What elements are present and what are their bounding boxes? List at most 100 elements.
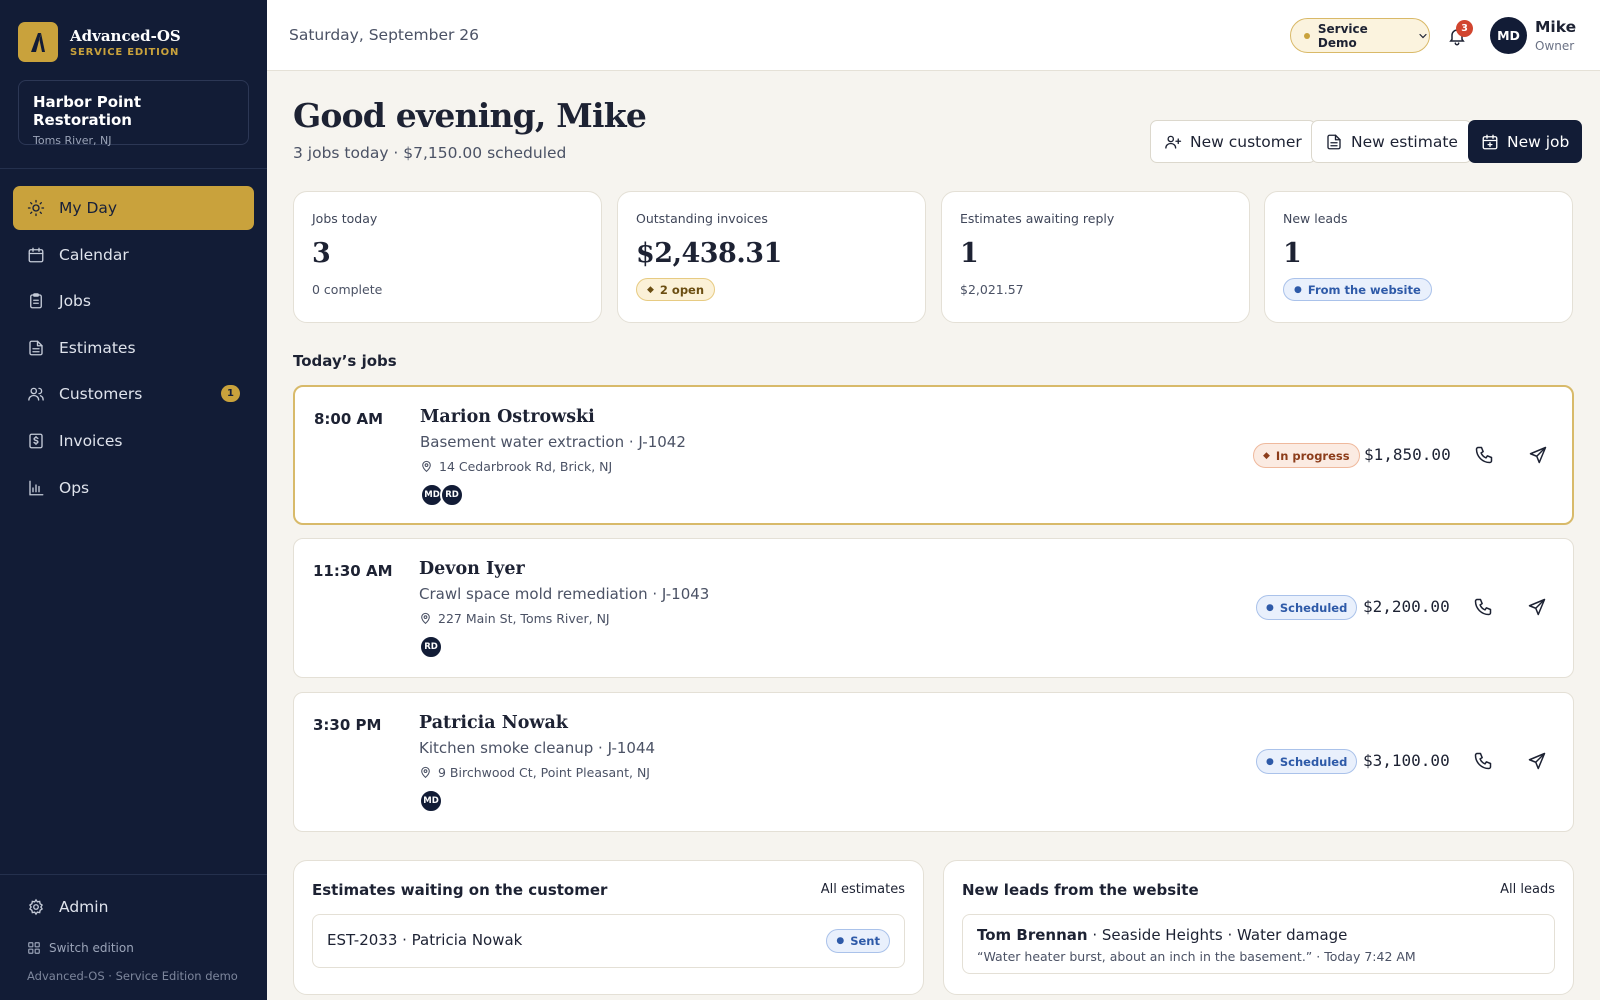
phone-icon[interactable] xyxy=(1473,751,1493,775)
nav-label: Calendar xyxy=(59,245,129,264)
list-item[interactable]: Tom Brennan · Seaside Heights · Water da… xyxy=(962,914,1555,974)
job-amount: $2,200.00 xyxy=(1363,597,1450,616)
nav-label: My Day xyxy=(59,199,118,217)
document-icon xyxy=(1325,133,1343,151)
org-location: Toms River, NJ xyxy=(33,134,112,147)
add-user-icon xyxy=(1164,133,1182,151)
avatar: MD xyxy=(419,789,443,813)
sidebar-divider xyxy=(0,874,267,875)
stat-label: Jobs today xyxy=(312,211,378,226)
nav-item-customers[interactable]: Customers 1 xyxy=(13,372,254,416)
navigate-icon[interactable] xyxy=(1527,597,1547,621)
switch-edition-link[interactable]: Switch edition xyxy=(27,941,134,955)
lead-quote: “Water heater burst, about an inch in th… xyxy=(977,949,1416,964)
status-label: Scheduled xyxy=(1279,600,1348,615)
chevron-down-icon xyxy=(1417,30,1429,42)
sidebar: Advanced-OS SERVICE EDITION Harbor Point… xyxy=(0,0,267,1000)
status-badge: ● Sent xyxy=(826,929,890,953)
admin-link[interactable]: Admin xyxy=(27,898,108,916)
job-description: Basement water extraction · J-1042 xyxy=(420,433,686,451)
job-address: 227 Main St, Toms River, NJ xyxy=(419,611,610,626)
phone-icon[interactable] xyxy=(1474,445,1494,469)
stat-value: 3 xyxy=(312,238,331,269)
job-customer[interactable]: Devon Iyer xyxy=(419,559,525,579)
phone-icon[interactable] xyxy=(1473,597,1493,621)
list-item[interactable]: EST-2033 · Patricia Nowak ● Sent xyxy=(312,914,905,968)
job-card[interactable]: 3:30 PM Patricia Nowak Kitchen smoke cle… xyxy=(293,692,1574,832)
customers-badge: 1 xyxy=(221,385,240,403)
calendar-plus-icon xyxy=(1481,133,1499,151)
demo-selector[interactable]: Service Demo xyxy=(1290,18,1430,53)
new-customer-button[interactable]: New customer xyxy=(1150,120,1316,163)
job-card[interactable]: 8:00 AM Marion Ostrowski Basement water … xyxy=(293,385,1574,525)
navigate-icon[interactable] xyxy=(1527,751,1547,775)
stat-jobs-today[interactable]: Jobs today 3 0 complete xyxy=(293,191,602,323)
stat-label: Outstanding invoices xyxy=(636,211,768,226)
crew-avatars: MD RD xyxy=(420,483,464,507)
stat-new-leads[interactable]: New leads 1 ● From the website xyxy=(1264,191,1573,323)
stat-value: $2,438.31 xyxy=(636,238,782,269)
dot-icon: ● xyxy=(1266,756,1274,767)
new-job-button[interactable]: New job xyxy=(1468,120,1583,163)
invoice-icon xyxy=(27,432,45,450)
page-subtitle: 3 jobs today · $7,150.00 scheduled xyxy=(293,144,567,162)
brand[interactable]: Advanced-OS SERVICE EDITION xyxy=(18,22,181,62)
nav-item-ops[interactable]: Ops xyxy=(13,466,254,510)
grid-icon xyxy=(27,941,41,955)
all-leads-link[interactable]: All leads xyxy=(1500,882,1555,897)
map-pin-icon xyxy=(420,460,433,473)
stat-outstanding-invoices[interactable]: Outstanding invoices $2,438.31 ◆ 2 open xyxy=(617,191,926,323)
job-time: 11:30 AM xyxy=(313,562,393,580)
org-switcher[interactable]: Harbor Point Restoration Toms River, NJ xyxy=(18,80,249,147)
new-estimate-label: New estimate xyxy=(1351,132,1458,151)
brand-edition: SERVICE EDITION xyxy=(70,46,180,58)
nav-item-calendar[interactable]: Calendar xyxy=(13,233,254,277)
main-nav: My Day Calendar Jobs Estimates Customers… xyxy=(13,186,254,512)
status-badge: ● Scheduled xyxy=(1256,749,1358,774)
document-icon xyxy=(27,339,45,357)
job-time: 8:00 AM xyxy=(314,410,384,428)
crew-avatars: RD xyxy=(419,635,443,659)
job-time: 3:30 PM xyxy=(313,716,382,734)
clipboard-icon xyxy=(27,292,45,310)
dot-icon: ● xyxy=(1294,284,1302,295)
new-customer-label: New customer xyxy=(1190,132,1302,151)
sun-icon xyxy=(27,199,45,217)
brand-name: Advanced-OS xyxy=(70,26,181,45)
page-title: Good evening, Mike xyxy=(293,96,647,135)
switch-label: Switch edition xyxy=(49,941,134,955)
job-card[interactable]: 11:30 AM Devon Iyer Crawl space mold rem… xyxy=(293,538,1574,678)
nav-item-my-day[interactable]: My Day xyxy=(13,186,254,230)
new-job-label: New job xyxy=(1507,132,1570,151)
all-estimates-link[interactable]: All estimates xyxy=(821,882,905,897)
diamond-icon: ◆ xyxy=(1263,450,1270,461)
dot-icon: ● xyxy=(836,936,845,946)
diamond-icon: ◆ xyxy=(647,284,654,295)
badge-label: From the website xyxy=(1307,282,1421,297)
job-customer[interactable]: Marion Ostrowski xyxy=(420,407,595,427)
status-dot-icon xyxy=(1304,32,1310,39)
stat-value: 1 xyxy=(960,238,979,269)
map-pin-icon xyxy=(419,766,432,779)
sidebar-divider xyxy=(0,168,267,169)
address-text: 9 Birchwood Ct, Point Pleasant, NJ xyxy=(438,765,650,780)
address-text: 227 Main St, Toms River, NJ xyxy=(438,611,610,626)
badge-label: 2 open xyxy=(659,282,705,297)
navigate-icon[interactable] xyxy=(1528,445,1548,469)
avatar[interactable]: MD xyxy=(1490,17,1527,54)
user-role: Owner xyxy=(1535,39,1575,53)
nav-item-invoices[interactable]: Invoices xyxy=(13,419,254,463)
top-bar: Saturday, September 26 Service Demo 3 MD… xyxy=(267,0,1600,71)
nav-label: Customers xyxy=(59,385,143,404)
sidebar-caption: Advanced-OS · Service Edition demo xyxy=(27,969,238,983)
nav-item-jobs[interactable]: Jobs xyxy=(13,279,254,323)
nav-label: Invoices xyxy=(59,431,123,450)
stat-estimates-awaiting[interactable]: Estimates awaiting reply 1 $2,021.57 xyxy=(941,191,1250,323)
user-name[interactable]: Mike xyxy=(1535,18,1576,36)
job-customer[interactable]: Patricia Nowak xyxy=(419,713,568,733)
job-address: 9 Birchwood Ct, Point Pleasant, NJ xyxy=(419,765,650,780)
leads-panel: New leads from the website All leads Tom… xyxy=(943,860,1574,995)
estimate-text: EST-2033 · Patricia Nowak xyxy=(327,931,523,949)
new-estimate-button[interactable]: New estimate xyxy=(1311,120,1472,163)
nav-item-estimates[interactable]: Estimates xyxy=(13,326,254,370)
